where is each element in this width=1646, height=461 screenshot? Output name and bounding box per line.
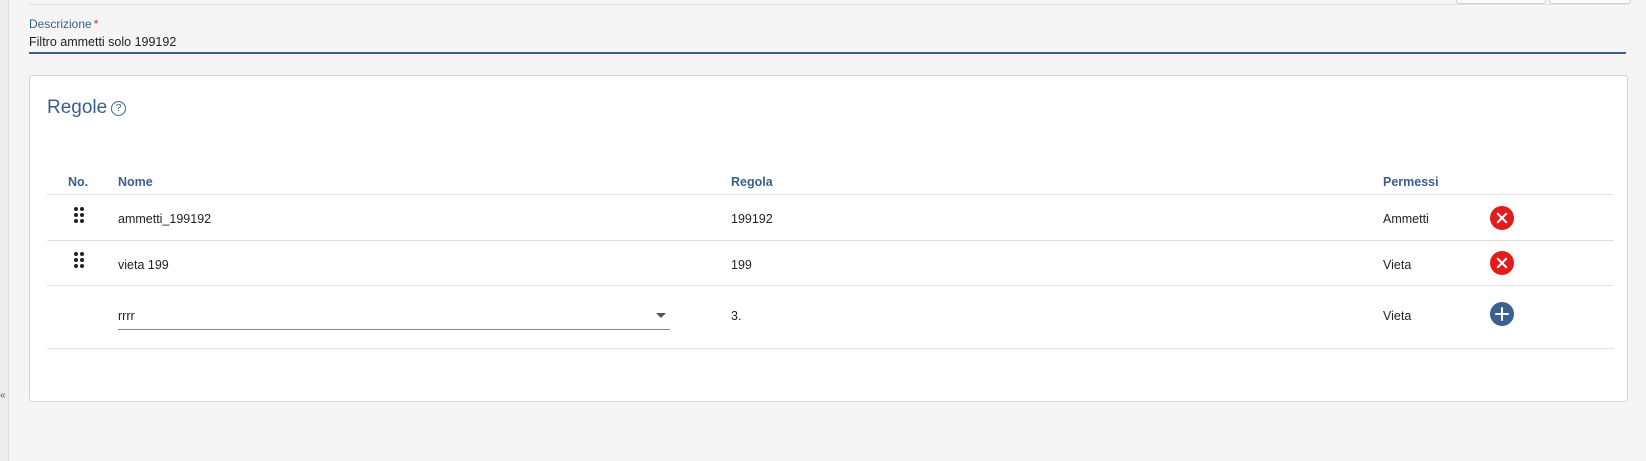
description-field[interactable]: Descrizione * Filtro ammetti solo 199192	[29, 14, 1626, 54]
row-divider	[47, 348, 1614, 349]
drag-handle-icon[interactable]	[74, 207, 84, 223]
top-divider	[29, 0, 1626, 5]
required-marker: *	[93, 17, 99, 31]
top-action-button-2[interactable]	[1549, 0, 1631, 4]
description-underline	[29, 52, 1626, 54]
rules-card: Regole ? No. Nome Regola Permessi ammett…	[29, 75, 1628, 402]
description-label: Descrizione *	[29, 17, 98, 31]
column-header-no: No.	[68, 175, 89, 189]
header-divider	[47, 194, 1614, 195]
dropdown-arrow-icon[interactable]	[656, 313, 666, 318]
description-label-text: Descrizione	[29, 17, 92, 31]
row-1-permessi: Ammetti	[1383, 212, 1429, 226]
column-header-permessi: Permessi	[1383, 175, 1439, 189]
nome-select-value: rrrr	[118, 309, 135, 323]
row-2-nome: vieta 199	[118, 258, 169, 272]
top-action-button-1[interactable]	[1456, 0, 1546, 4]
row-divider	[47, 285, 1614, 286]
column-header-nome: Nome	[118, 175, 153, 189]
row-2-permessi: Vieta	[1383, 258, 1412, 272]
column-header-regola: Regola	[731, 175, 773, 189]
left-rail: «	[0, 0, 9, 461]
rules-title: Regole	[47, 97, 108, 118]
new-row-regola-input[interactable]: 3.	[731, 309, 741, 323]
row-1-regola: 199192	[731, 212, 773, 226]
collapse-arrow-icon[interactable]: «	[0, 390, 6, 402]
delete-row-2-button[interactable]	[1490, 251, 1514, 275]
drag-handle-icon[interactable]	[74, 252, 84, 268]
delete-row-1-button[interactable]	[1490, 206, 1514, 230]
row-2-regola: 199	[731, 258, 752, 272]
add-row-button[interactable]	[1490, 302, 1514, 326]
description-value[interactable]: Filtro ammetti solo 199192	[29, 35, 176, 49]
row-1-nome: ammetti_199192	[118, 212, 212, 226]
help-icon[interactable]: ?	[111, 101, 126, 116]
row-divider	[47, 240, 1614, 241]
nome-select[interactable]: rrrr	[118, 303, 670, 330]
new-row-permessi[interactable]: Vieta	[1383, 309, 1411, 323]
